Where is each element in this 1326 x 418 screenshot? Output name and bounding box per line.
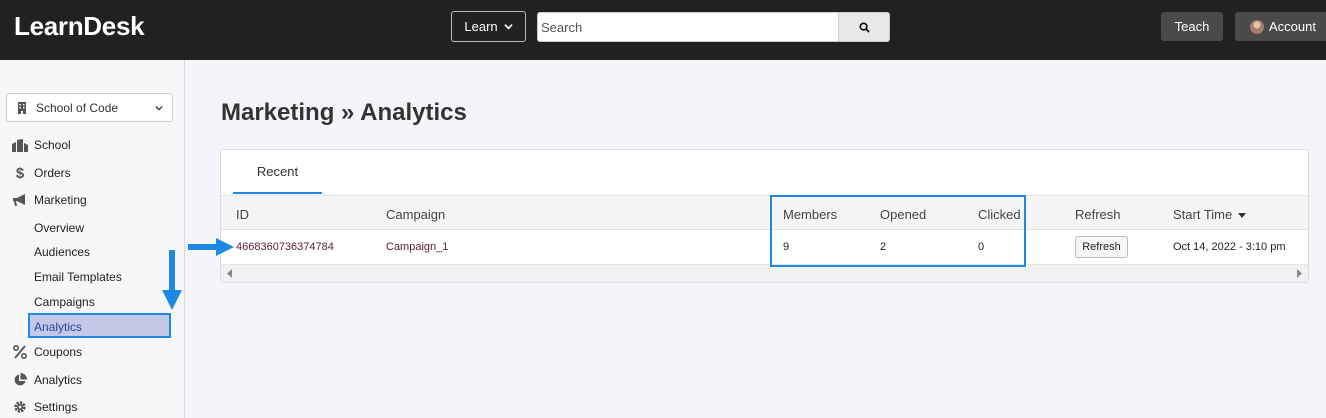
horizontal-scrollbar[interactable] bbox=[221, 264, 1308, 282]
tab-recent[interactable]: Recent bbox=[233, 150, 322, 194]
column-header-start-time[interactable]: Start Time bbox=[1173, 207, 1246, 222]
sidebar-sub-audiences[interactable]: Audiences bbox=[34, 245, 90, 259]
sidebar-sub-overview[interactable]: Overview bbox=[34, 221, 84, 235]
table-row: 4668360736374784 Campaign_1 9 2 0 Refres… bbox=[221, 230, 1308, 264]
column-header-refresh: Refresh bbox=[1075, 207, 1121, 222]
search-input[interactable] bbox=[537, 12, 838, 42]
avatar bbox=[1250, 19, 1264, 34]
column-header-clicked[interactable]: Clicked bbox=[978, 207, 1021, 222]
row-members: 9 bbox=[783, 241, 790, 253]
scroll-right-icon[interactable] bbox=[1295, 269, 1303, 278]
teach-label: Teach bbox=[1174, 19, 1210, 34]
sidebar-item-orders[interactable]: $ Orders bbox=[12, 164, 71, 182]
top-bar: LearnDesk Learn Teach Account bbox=[0, 0, 1326, 60]
column-header-start-time-label: Start Time bbox=[1173, 207, 1233, 222]
dollar-icon: $ bbox=[15, 164, 25, 182]
search-icon bbox=[858, 21, 870, 33]
row-campaign-link[interactable]: Campaign_1 bbox=[386, 241, 448, 253]
sidebar: School of Code School $ Orders Marketing… bbox=[0, 60, 185, 418]
sidebar-item-label: Settings bbox=[34, 400, 78, 414]
megaphone-icon bbox=[13, 193, 25, 206]
school-select-label: School of Code bbox=[36, 100, 119, 115]
sidebar-item-marketing[interactable]: Marketing bbox=[12, 191, 87, 209]
sort-down-icon bbox=[1237, 212, 1246, 218]
teach-button[interactable]: Teach bbox=[1161, 12, 1223, 41]
learn-label: Learn bbox=[464, 19, 498, 34]
tab-recent-label: Recent bbox=[256, 163, 299, 179]
analytics-card: Recent ID Campaign Members Opened Clicke… bbox=[220, 149, 1309, 283]
learn-dropdown-button[interactable]: Learn bbox=[451, 11, 526, 42]
percent-icon bbox=[13, 345, 27, 359]
sidebar-sub-email-templates[interactable]: Email Templates bbox=[34, 270, 122, 284]
sidebar-item-label: Analytics bbox=[34, 373, 83, 387]
column-header-members[interactable]: Members bbox=[783, 207, 837, 222]
page-title: Marketing » Analytics bbox=[221, 99, 467, 126]
logo[interactable]: LearnDesk bbox=[14, 11, 145, 42]
sidebar-item-analytics[interactable]: Analytics bbox=[12, 371, 82, 389]
sidebar-item-label: Marketing bbox=[34, 193, 87, 207]
table-header: ID Campaign Members Opened Clicked Refre… bbox=[221, 195, 1308, 230]
sidebar-sub-campaigns[interactable]: Campaigns bbox=[34, 295, 95, 309]
sidebar-sub-analytics-label: Analytics bbox=[34, 320, 83, 334]
account-button[interactable]: Account bbox=[1235, 12, 1326, 41]
building-icon bbox=[18, 101, 26, 114]
scroll-left-icon[interactable] bbox=[226, 269, 234, 278]
pie-chart-icon bbox=[14, 373, 27, 386]
row-id-link[interactable]: 4668360736374784 bbox=[236, 241, 334, 253]
sidebar-item-coupons[interactable]: Coupons bbox=[12, 343, 82, 361]
gear-icon bbox=[14, 401, 26, 413]
column-header-campaign[interactable]: Campaign bbox=[386, 207, 445, 222]
column-header-opened[interactable]: Opened bbox=[880, 207, 926, 222]
refresh-button[interactable]: Refresh bbox=[1075, 236, 1128, 258]
column-header-id[interactable]: ID bbox=[236, 207, 249, 222]
sidebar-item-label: Orders bbox=[34, 166, 71, 180]
row-clicked: 0 bbox=[978, 241, 985, 253]
sidebar-item-school[interactable]: School bbox=[12, 136, 71, 154]
building-icon bbox=[12, 138, 28, 152]
school-select[interactable]: School of Code bbox=[6, 93, 173, 122]
sidebar-item-label: School bbox=[34, 138, 71, 152]
row-opened: 2 bbox=[880, 241, 887, 253]
account-label: Account bbox=[1269, 19, 1316, 34]
row-start-time: Oct 14, 2022 - 3:10 pm bbox=[1173, 241, 1286, 253]
chevron-down-icon bbox=[503, 24, 513, 30]
sidebar-item-label: Coupons bbox=[34, 345, 83, 359]
sidebar-sub-analytics[interactable]: Analytics bbox=[28, 313, 171, 338]
search-bar bbox=[537, 12, 890, 42]
search-button[interactable] bbox=[838, 12, 890, 42]
chevron-down-icon bbox=[155, 105, 163, 111]
sidebar-item-settings[interactable]: Settings bbox=[12, 398, 77, 416]
